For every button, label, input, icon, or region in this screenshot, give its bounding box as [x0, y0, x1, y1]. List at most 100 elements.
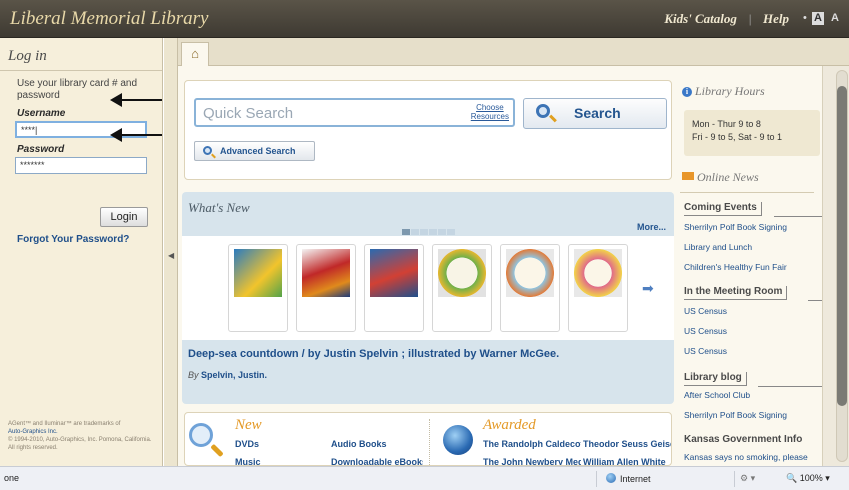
advanced-search-label: Advanced Search — [220, 146, 296, 156]
carousel-page-dot[interactable] — [402, 229, 410, 235]
newbery-link[interactable]: The John Newbery Medal — [483, 457, 581, 465]
quick-search-placeholder: Quick Search — [203, 105, 294, 122]
event-link[interactable]: Library and Lunch — [684, 242, 752, 252]
event-link[interactable]: Children's Healthy Fun Fair — [684, 262, 787, 272]
main-content: Quick Search Choose Resources Search Adv… — [178, 66, 674, 466]
book-cover-card[interactable] — [364, 244, 424, 332]
security-zone-label: Internet — [620, 474, 651, 484]
kansas-government-title: Kansas Government Info — [684, 434, 803, 445]
home-tab[interactable]: ⌂ — [181, 42, 209, 67]
quick-search-input[interactable]: Quick Search Choose Resources — [194, 98, 515, 127]
caldecott-link[interactable]: The Randolph Caldecott Medal — [483, 439, 581, 449]
search-icon — [536, 104, 550, 118]
search-button[interactable]: Search — [523, 98, 667, 129]
new-dvds-link[interactable]: DVDs — [235, 439, 259, 449]
auto-graphics-link[interactable]: Auto-Graphics Inc. — [8, 428, 158, 436]
event-link[interactable]: Sherrilyn Polf Book Signing — [684, 222, 787, 232]
sidebar-divider — [680, 192, 814, 193]
library-hours-title: i Library Hours — [682, 84, 765, 99]
tab-strip: ⌂ — [178, 38, 849, 67]
featured-author-link[interactable]: Spelvin, Justin. — [201, 370, 267, 380]
william-allen-white-link[interactable]: William Allen White — [583, 457, 671, 465]
kansas-link[interactable]: Kansas says no smoking, please — [684, 452, 820, 462]
more-link[interactable]: More... — [637, 222, 666, 232]
new-section-title: New — [235, 417, 262, 433]
legal-trademark: AGent™ and Iluminar™ are trademarks of — [8, 421, 121, 427]
protected-mode-icon[interactable]: ⚙ ▾ — [740, 473, 755, 484]
scrollbar-thumb[interactable] — [837, 86, 847, 406]
byline-label: By — [188, 370, 199, 380]
online-news-title: Online News — [682, 170, 759, 185]
meeting-room-link[interactable]: US Census — [684, 346, 727, 356]
search-icon — [203, 146, 212, 155]
blog-link[interactable]: Sherrilyn Polf Book Signing — [684, 410, 787, 420]
new-ebooks-link[interactable]: Downloadable eBooks — [331, 457, 423, 465]
vertical-scrollbar[interactable] — [822, 66, 849, 466]
book-cover-card[interactable] — [296, 244, 356, 332]
login-divider — [0, 70, 162, 71]
header-links: Kids' Catalog | Help — [664, 11, 789, 27]
header-separator: | — [748, 11, 752, 26]
font-size-large-button[interactable]: A — [829, 12, 841, 25]
carousel-page-dot[interactable] — [420, 229, 428, 235]
font-size-controls: • A A — [803, 12, 841, 25]
new-audio-books-link[interactable]: Audio Books — [331, 439, 387, 449]
carousel-page-dot[interactable] — [429, 229, 437, 235]
featured-title-link[interactable]: Deep-sea countdown / by Justin Spelvin ;… — [188, 348, 559, 360]
whats-new-panel: What's New More... ➡ Deep-sea countdown … — [182, 192, 674, 404]
info-icon: i — [682, 87, 692, 97]
blog-link[interactable]: After School Club — [684, 390, 750, 400]
meeting-room-link[interactable]: US Census — [684, 326, 727, 336]
carousel-page-dot[interactable] — [411, 229, 419, 235]
online-news-label: Online News — [697, 170, 759, 184]
login-button[interactable]: Login — [100, 207, 148, 227]
book-cover-image — [370, 249, 418, 297]
status-separator — [596, 471, 597, 487]
kids-catalog-link[interactable]: Kids' Catalog — [664, 11, 737, 27]
geisel-link[interactable]: Theodor Seuss Geisel — [583, 439, 671, 449]
featured-byline: By Spelvin, Justin. — [188, 370, 267, 380]
library-hours-box: Mon - Thur 9 to 8 Fri - 9 to 5, Sat - 9 … — [684, 110, 820, 156]
right-sidebar: i Library Hours Mon - Thur 9 to 8 Fri - 9… — [674, 66, 822, 466]
awarded-section-title: Awarded — [483, 417, 536, 433]
forgot-password-link[interactable]: Forgot Your Password? — [17, 234, 129, 245]
choose-resources-line-1: Choose — [476, 103, 504, 112]
book-cover-image — [302, 249, 350, 297]
status-text: one — [4, 473, 20, 483]
font-size-dot: • — [803, 12, 807, 24]
book-cover-card[interactable] — [568, 244, 628, 332]
collapse-arrow-icon[interactable]: ◀ — [168, 251, 174, 260]
search-button-label: Search — [574, 105, 621, 121]
book-cover-card[interactable] — [228, 244, 288, 332]
panel-collapse-bar[interactable]: ◀ — [164, 38, 178, 466]
choose-resources-link[interactable]: Choose Resources — [471, 103, 509, 121]
new-music-link[interactable]: Music — [235, 457, 261, 465]
book-cover-card[interactable] — [432, 244, 492, 332]
password-field[interactable]: ******* — [15, 157, 147, 174]
carousel-next-icon[interactable]: ➡ — [642, 280, 654, 297]
browser-page: Liberal Memorial Library Kids' Catalog |… — [0, 0, 849, 490]
whats-new-title: What's New — [188, 200, 250, 215]
book-carousel: ➡ — [182, 236, 674, 340]
internet-globe-icon — [606, 473, 616, 483]
carousel-page-dot[interactable] — [447, 229, 455, 235]
hours-line-2: Fri - 9 to 5, Sat - 9 to 1 — [692, 132, 783, 142]
block-connector-line — [808, 300, 822, 301]
section-divider — [429, 419, 430, 465]
help-link[interactable]: Help — [763, 11, 789, 27]
legal-copyright: © 1994-2010, Auto-Graphics, Inc. Pomona,… — [8, 437, 152, 451]
meeting-room-link[interactable]: US Census — [684, 306, 727, 316]
site-header: Liberal Memorial Library Kids' Catalog |… — [0, 0, 849, 38]
font-size-small-button[interactable]: A — [811, 12, 824, 25]
zoom-control[interactable]: 🔍 100% ▾ — [786, 473, 830, 484]
carousel-page-dot[interactable] — [438, 229, 446, 235]
book-cover-image — [438, 249, 486, 297]
security-zone: Internet — [606, 473, 651, 484]
library-blog-title: Library blog — [684, 372, 747, 386]
advanced-search-button[interactable]: Advanced Search — [194, 141, 315, 161]
magnifier-icon — [189, 423, 213, 447]
library-name[interactable]: Liberal Memorial Library — [10, 8, 208, 30]
book-cover-image — [574, 249, 622, 297]
book-cover-card[interactable] — [500, 244, 560, 332]
choose-resources-line-2: Resources — [470, 112, 509, 121]
